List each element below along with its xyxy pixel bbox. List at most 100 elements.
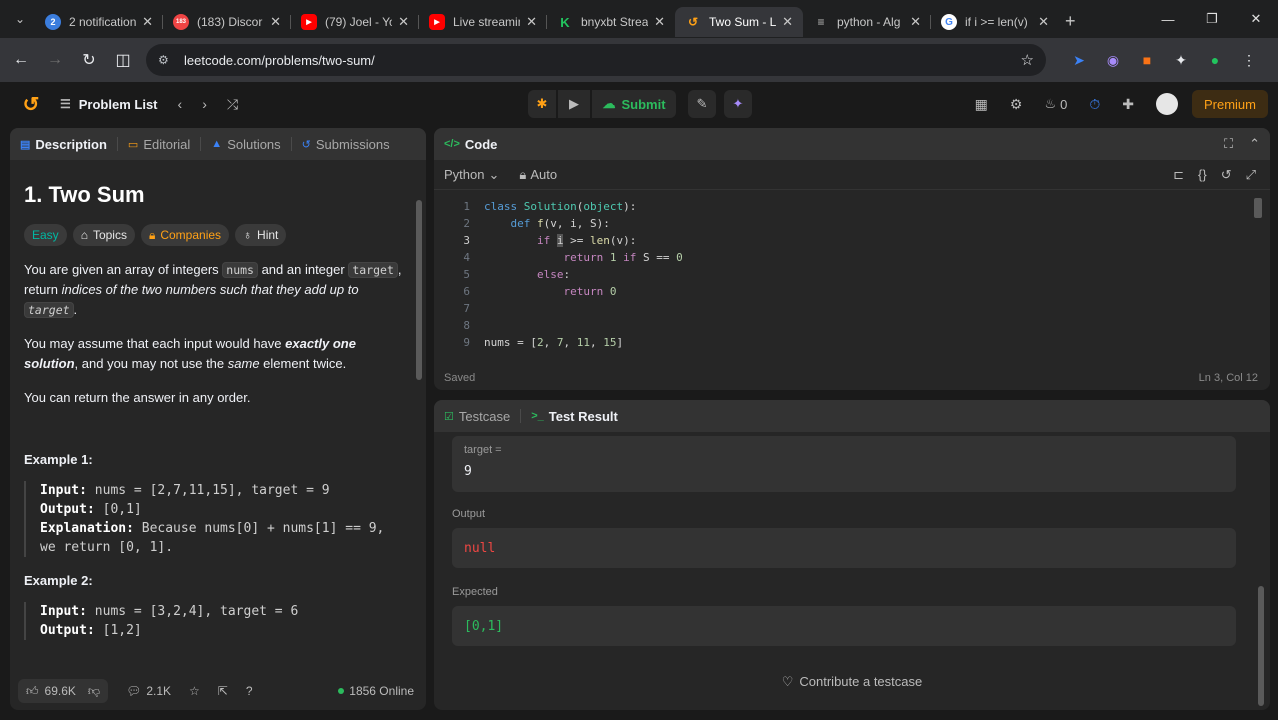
browser-tab[interactable]: K bnyxbt Strea ✕	[547, 7, 675, 37]
reset-icon[interactable]: ↺	[1221, 167, 1232, 183]
ai-assist-icon[interactable]: ✦	[724, 90, 752, 118]
run-button[interactable]: ▶	[558, 90, 590, 118]
help-icon[interactable]: ?	[246, 684, 253, 698]
favorite-star-icon[interactable]: ☆	[189, 684, 200, 698]
url-bar[interactable]: ⚙ leetcode.com/problems/two-sum/ ☆	[146, 44, 1046, 76]
inline-code: target	[348, 262, 398, 278]
expand-icon[interactable]: ⤢	[1246, 167, 1256, 183]
browser-tab[interactable]: ▶ (79) Joel - Yo ✕	[291, 7, 419, 37]
extension-orange-icon[interactable]: ■	[1130, 52, 1164, 68]
browser-tab[interactable]: ≡ python - Alg ✕	[803, 7, 931, 37]
line-number: 8	[463, 319, 470, 332]
collapse-icon[interactable]: ⌃	[1249, 136, 1260, 152]
settings-gear-icon[interactable]: ⚙	[1010, 96, 1023, 113]
input-value: nums = [2,7,11,15], target = 9	[94, 483, 330, 498]
forward-icon[interactable]: →	[38, 51, 72, 69]
tab-testcase[interactable]: ☑ Testcase	[444, 409, 510, 424]
auto-mode-toggle[interactable]: 🔒︎ Auto	[519, 167, 557, 183]
leetcode-logo-icon[interactable]: ↺	[20, 93, 42, 116]
browser-tab[interactable]: 183 (183) Discor ✕	[163, 7, 291, 37]
browser-tab[interactable]: G if i >= len(v) ✕	[931, 7, 1059, 37]
debug-icon[interactable]: ✱	[528, 90, 556, 118]
description-scrollbar[interactable]	[416, 200, 422, 380]
extension-game-icon[interactable]: ◉	[1096, 52, 1130, 69]
tab-search-button[interactable]: ⌄	[5, 6, 35, 32]
shuffle-icon[interactable]: ⤮	[227, 96, 238, 113]
tab-editorial[interactable]: ▭ Editorial	[128, 137, 190, 152]
close-tab-icon[interactable]: ✕	[910, 14, 921, 30]
tab-code[interactable]: </> Code	[444, 137, 497, 152]
tab-label: Testcase	[458, 408, 511, 424]
bookmark-star-icon[interactable]: ☆	[1021, 51, 1034, 69]
input-label: Input:	[40, 483, 87, 498]
youtube-favicon-icon: ▶	[429, 14, 445, 30]
emphasis-text: indices of the two numbers such that the…	[61, 282, 359, 297]
language-select[interactable]: Python ⌄	[444, 167, 499, 183]
code-toolbar-actions: ⊏ {} ↺ ⤢	[1173, 167, 1256, 183]
difficulty-badge: Easy	[24, 224, 67, 246]
code-editor[interactable]: 1 class Solution(object): 2 def f(v, i, S…	[434, 190, 1270, 360]
contribute-testcase-link[interactable]: ♡ Contribute a testcase	[434, 674, 1270, 690]
new-tab-button[interactable]: +	[1065, 11, 1091, 32]
reload-icon[interactable]: ↻	[72, 50, 106, 70]
tab-submissions[interactable]: ↺ Submissions	[302, 137, 390, 152]
problem-list-button[interactable]: ☰ Problem List	[60, 97, 158, 112]
fullscreen-icon[interactable]: ⛶	[1224, 136, 1233, 152]
profile-icon[interactable]: ●	[1198, 52, 1232, 68]
browser-tab[interactable]: 2 2 notification ✕	[35, 7, 163, 37]
tab-solutions[interactable]: ▲ Solutions	[211, 137, 280, 152]
browser-tab[interactable]: ▶ Live streamin ✕	[419, 7, 547, 37]
close-tab-icon[interactable]: ✕	[782, 14, 793, 30]
hint-chip[interactable]: ♁ Hint	[235, 224, 287, 246]
extensions-puzzle-icon[interactable]: ✦	[1164, 52, 1198, 69]
maximize-icon[interactable]: ❐	[1190, 0, 1234, 38]
close-window-icon[interactable]: ✕	[1234, 0, 1278, 38]
browser-menu-icon[interactable]: ⋮	[1232, 52, 1266, 69]
close-tab-icon[interactable]: ✕	[398, 14, 409, 30]
next-problem-icon[interactable]: ›	[202, 96, 207, 112]
streak-counter[interactable]: ♨ 0	[1044, 96, 1067, 112]
format-braces-icon[interactable]: {}	[1198, 167, 1207, 183]
split-view-icon[interactable]: ◫	[106, 50, 140, 70]
tab-divider	[200, 137, 202, 151]
bookmark-icon[interactable]: ⊏	[1173, 167, 1184, 183]
tab-test-result[interactable]: >_ Test Result	[531, 409, 618, 424]
share-icon[interactable]: ⇱	[218, 684, 228, 698]
premium-button[interactable]: Premium	[1192, 90, 1268, 118]
close-tab-icon[interactable]: ✕	[1038, 14, 1049, 30]
editor-scrollbar[interactable]	[1254, 198, 1262, 218]
line-number: 1	[463, 200, 470, 213]
result-scrollbar[interactable]	[1258, 586, 1264, 706]
site-info-icon[interactable]: ⚙	[158, 53, 174, 67]
close-tab-icon[interactable]: ✕	[142, 14, 153, 30]
browser-tab-active[interactable]: ↺ Two Sum - L ✕	[675, 7, 803, 37]
back-icon[interactable]: ←	[4, 51, 38, 69]
timer-icon[interactable]: ⏱	[1089, 96, 1100, 113]
streak-count: 0	[1060, 96, 1068, 112]
layout-grid-icon[interactable]: ▦	[975, 96, 988, 113]
like-button[interactable]: 👍︎ 69.6K 👎︎	[18, 679, 109, 703]
code-line: 6 return 0	[434, 283, 616, 300]
prev-problem-icon[interactable]: ‹	[178, 96, 183, 112]
comments-button[interactable]: 💬︎ 2.1K	[126, 684, 171, 698]
avatar[interactable]	[1156, 93, 1178, 115]
problem-title[interactable]: 1. Two Sum	[24, 182, 412, 208]
heart-icon: ♡	[781, 674, 794, 689]
add-friend-icon[interactable]: ✚	[1122, 96, 1134, 113]
topics-chip[interactable]: ⌂ Topics	[72, 224, 135, 246]
thumbs-down-icon[interactable]: 👎︎	[88, 684, 100, 699]
tab-label: Test Result	[548, 408, 618, 424]
submit-button[interactable]: ☁ Submit	[592, 90, 676, 118]
online-count: 1856 Online	[349, 684, 414, 698]
notes-icon[interactable]: ✎	[688, 90, 716, 118]
companies-chip[interactable]: 🔒︎ Companies	[140, 224, 230, 246]
close-tab-icon[interactable]: ✕	[526, 14, 537, 30]
text: You are given an array of integers	[24, 262, 223, 277]
extension-bird-icon[interactable]: ➤	[1062, 52, 1096, 69]
minimize-icon[interactable]: —	[1146, 0, 1190, 38]
close-tab-icon[interactable]: ✕	[654, 14, 665, 30]
tab-description[interactable]: ▤ Description	[20, 137, 107, 152]
close-tab-icon[interactable]: ✕	[270, 14, 281, 30]
lock-icon: 🔒︎	[519, 166, 527, 182]
document-icon: ▤	[20, 138, 31, 151]
